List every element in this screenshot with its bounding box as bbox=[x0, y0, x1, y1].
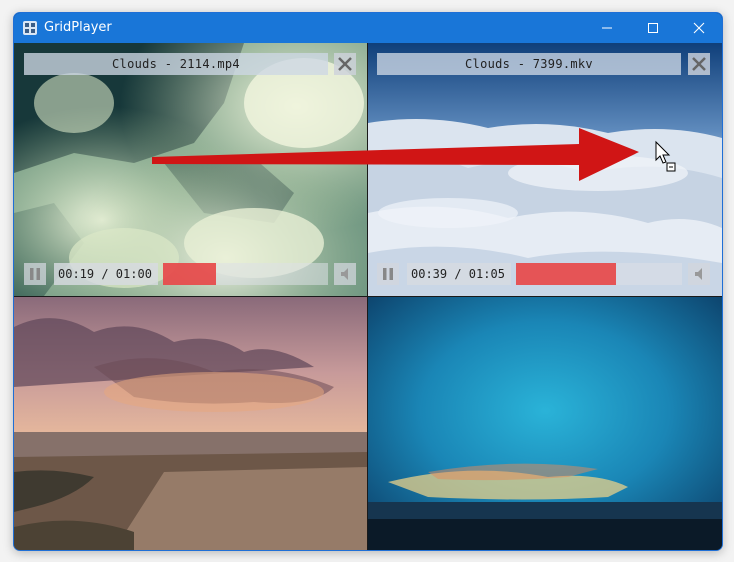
filename-label-2: Clouds - 7399.mkv bbox=[377, 53, 681, 75]
volume-button-2[interactable] bbox=[688, 263, 710, 285]
close-x-icon bbox=[338, 57, 352, 71]
player-2[interactable]: Clouds - 7399.mkv 00:39 / 01:05 bbox=[368, 43, 722, 296]
close-player-2-button[interactable] bbox=[688, 53, 710, 75]
seek-bar-1[interactable] bbox=[163, 263, 328, 285]
close-player-1-button[interactable] bbox=[334, 53, 356, 75]
filename-label-1: Clouds - 2114.mp4 bbox=[24, 53, 328, 75]
video-frame-3 bbox=[14, 297, 367, 550]
video-frame-4 bbox=[368, 297, 722, 550]
time-display-2: 00:39 / 01:05 bbox=[407, 263, 511, 285]
close-icon bbox=[693, 22, 705, 34]
volume-icon bbox=[341, 268, 348, 280]
maximize-button[interactable] bbox=[630, 13, 676, 43]
video-frame-2 bbox=[368, 43, 722, 296]
maximize-icon bbox=[648, 23, 658, 33]
window-title: GridPlayer bbox=[44, 20, 112, 35]
minimize-icon bbox=[602, 27, 612, 29]
pause-icon bbox=[30, 268, 40, 280]
volume-icon bbox=[695, 268, 702, 280]
minimize-button[interactable] bbox=[584, 13, 630, 43]
player-3[interactable] bbox=[14, 297, 367, 550]
time-display-1: 00:19 / 01:00 bbox=[54, 263, 158, 285]
close-x-icon bbox=[692, 57, 706, 71]
grid-app-icon bbox=[23, 21, 37, 35]
pause-button-2[interactable] bbox=[377, 263, 399, 285]
pause-icon bbox=[383, 268, 393, 280]
title-bar[interactable]: GridPlayer bbox=[14, 13, 722, 43]
seek-bar-2[interactable] bbox=[516, 263, 682, 285]
gridplayer-window: GridPlayer Clouds - 2114.mp4 00:19 / 01:… bbox=[13, 12, 723, 551]
close-window-button[interactable] bbox=[676, 13, 722, 43]
volume-button-1[interactable] bbox=[334, 263, 356, 285]
seek-progress-1 bbox=[163, 263, 216, 285]
seek-progress-2 bbox=[516, 263, 616, 285]
video-frame-1 bbox=[14, 43, 367, 296]
player-grid: Clouds - 2114.mp4 00:19 / 01:00 Clouds -… bbox=[14, 43, 722, 550]
player-4[interactable] bbox=[368, 297, 722, 550]
player-1[interactable]: Clouds - 2114.mp4 00:19 / 01:00 bbox=[14, 43, 367, 296]
pause-button-1[interactable] bbox=[24, 263, 46, 285]
